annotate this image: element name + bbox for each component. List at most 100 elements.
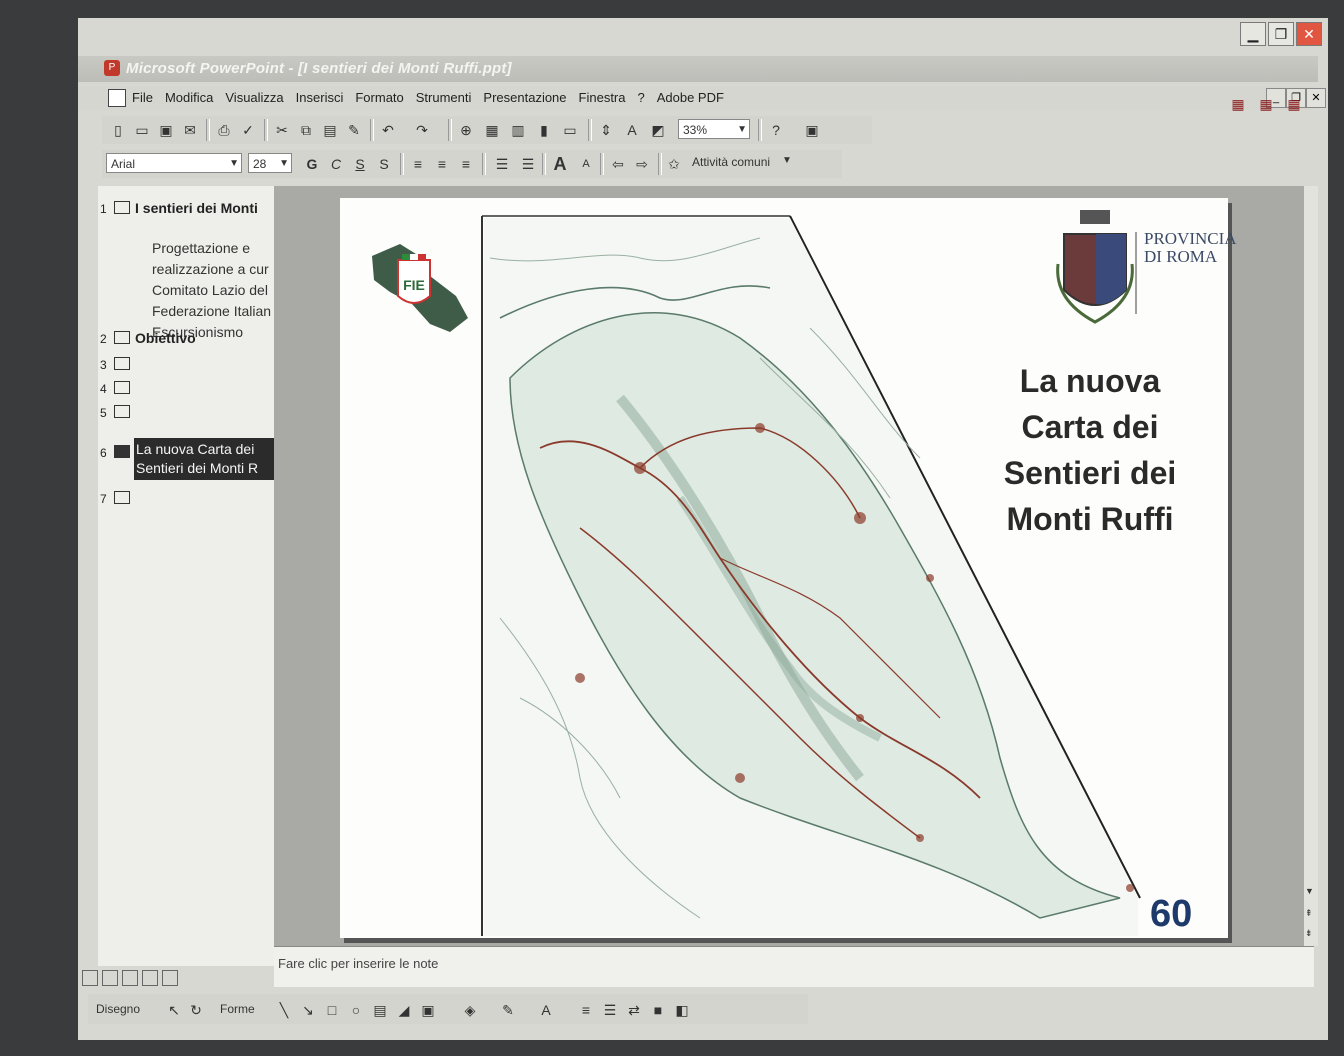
- menu-modifica[interactable]: Modifica: [165, 90, 213, 105]
- undo-icon[interactable]: ↶: [378, 120, 398, 140]
- next-slide-icon[interactable]: ⇟: [1305, 928, 1313, 939]
- outline-slide-7[interactable]: 7: [100, 490, 135, 506]
- increase-font-icon[interactable]: A: [550, 154, 570, 174]
- align-left-icon[interactable]: ≡: [408, 154, 428, 174]
- menu-inserisci[interactable]: Inserisci: [296, 90, 344, 105]
- font-color-icon[interactable]: A: [536, 1000, 556, 1020]
- common-tasks-button[interactable]: Attività comuni: [692, 155, 770, 169]
- underline-button[interactable]: S: [350, 154, 370, 174]
- wordart-icon[interactable]: ◢: [394, 1000, 414, 1020]
- menu-strumenti[interactable]: Strumenti: [416, 90, 472, 105]
- line-icon[interactable]: ╲: [274, 1000, 294, 1020]
- font-size-combo[interactable]: 28 ▼: [248, 153, 292, 173]
- outline-slide-4[interactable]: 4: [100, 380, 135, 396]
- menu-formato[interactable]: Formato: [355, 90, 403, 105]
- copy-icon[interactable]: ⧉: [296, 120, 316, 140]
- slide-canvas[interactable]: FIE PROVINCIA DI ROMA La nuova Carta dei…: [340, 198, 1237, 938]
- italic-button[interactable]: C: [326, 154, 346, 174]
- insert-chart-icon[interactable]: ▮: [534, 120, 554, 140]
- bold-button[interactable]: G: [302, 154, 322, 174]
- numbering-icon[interactable]: ☰: [492, 154, 512, 174]
- oval-icon[interactable]: ○: [346, 1000, 366, 1020]
- menu-adobe-pdf[interactable]: Adobe PDF: [657, 90, 724, 105]
- format-painter-icon[interactable]: ✎: [344, 120, 364, 140]
- 3d-icon[interactable]: ◧: [672, 1000, 692, 1020]
- slide-show-icon[interactable]: [162, 970, 178, 986]
- show-formatting-icon[interactable]: A: [622, 120, 642, 140]
- arrow-icon[interactable]: ↘: [298, 1000, 318, 1020]
- redo-icon[interactable]: ↷: [412, 120, 432, 140]
- expand-all-icon[interactable]: ⇕: [596, 120, 616, 140]
- draw-menu-button[interactable]: Disegno: [96, 1002, 140, 1016]
- outer-maximize-button[interactable]: ❐: [1268, 22, 1294, 46]
- save-icon[interactable]: ▣: [156, 120, 176, 140]
- line-color-icon[interactable]: ✎: [498, 1000, 518, 1020]
- menu-finestra[interactable]: Finestra: [579, 90, 626, 105]
- pdf-email-icon[interactable]: ▦: [1256, 96, 1276, 116]
- font-size-value: 28: [253, 157, 267, 171]
- outline-slide-6[interactable]: 6: [100, 444, 135, 460]
- normal-view-icon[interactable]: [82, 970, 98, 986]
- outline-slide-2[interactable]: 2 Obiettivo: [100, 330, 196, 346]
- menu-presentazione[interactable]: Presentazione: [483, 90, 566, 105]
- outline-slide-5[interactable]: 5: [100, 404, 135, 420]
- tables-icon[interactable]: ▦: [482, 120, 502, 140]
- clipart-icon[interactable]: ▣: [418, 1000, 438, 1020]
- selected-slide-title[interactable]: La nuova Carta dei Sentieri dei Monti R: [134, 438, 274, 480]
- pdf-convert-icon[interactable]: ▦: [1228, 96, 1248, 116]
- email-icon[interactable]: ✉: [180, 120, 200, 140]
- paste-icon[interactable]: ▤: [320, 120, 340, 140]
- menu-visualizza[interactable]: Visualizza: [225, 90, 283, 105]
- open-icon[interactable]: ▭: [132, 120, 152, 140]
- select-arrow-icon[interactable]: ↖: [164, 1000, 184, 1020]
- slide-title[interactable]: La nuova Carta dei Sentieri dei Monti Ru…: [960, 358, 1220, 542]
- fill-color-icon[interactable]: ◈: [460, 1000, 480, 1020]
- demote-icon[interactable]: ⇨: [632, 154, 652, 174]
- outer-minimize-button[interactable]: ▁: [1240, 22, 1266, 46]
- line-style-icon[interactable]: ≡: [576, 1000, 596, 1020]
- autoshapes-button[interactable]: Forme: [220, 1002, 255, 1016]
- insert-table-icon[interactable]: ▥: [508, 120, 528, 140]
- more-buttons-icon[interactable]: ▣: [802, 120, 822, 140]
- shadow-icon[interactable]: ■: [648, 1000, 668, 1020]
- help-icon[interactable]: ?: [766, 120, 786, 140]
- promote-icon[interactable]: ⇦: [608, 154, 628, 174]
- shadow-button[interactable]: S: [374, 154, 394, 174]
- zoom-combo[interactable]: 33% ▼: [678, 119, 750, 139]
- align-center-icon[interactable]: ≡: [432, 154, 452, 174]
- arrow-style-icon[interactable]: ⇄: [624, 1000, 644, 1020]
- outline-slide-3[interactable]: 3: [100, 356, 135, 372]
- chevron-down-icon[interactable]: ▼: [782, 155, 792, 166]
- chevron-down-icon: ▼: [279, 158, 289, 169]
- decrease-font-icon[interactable]: A: [576, 154, 596, 174]
- doc-close-button[interactable]: ✕: [1306, 88, 1326, 108]
- font-combo[interactable]: Arial ▼: [106, 153, 242, 173]
- menu-file[interactable]: File: [132, 90, 153, 105]
- vertical-scrollbar[interactable]: ▼ ⇞ ⇟: [1304, 186, 1318, 946]
- dash-style-icon[interactable]: ☰: [600, 1000, 620, 1020]
- slide-sorter-icon[interactable]: [142, 970, 158, 986]
- animation-icon[interactable]: ✩: [664, 154, 684, 174]
- textbox-icon[interactable]: ▤: [370, 1000, 390, 1020]
- previous-slide-icon[interactable]: ⇞: [1305, 908, 1313, 919]
- print-icon[interactable]: ⎙: [214, 120, 234, 140]
- menu-help[interactable]: ?: [638, 90, 645, 105]
- pdf-review-icon[interactable]: ▦: [1284, 96, 1304, 116]
- slide-1-body[interactable]: Progettazione e realizzazione a cur Comi…: [152, 238, 271, 343]
- spelling-icon[interactable]: ✓: [238, 120, 258, 140]
- outline-slide-1[interactable]: 1I sentieri dei Monti: [100, 200, 258, 216]
- bullets-icon[interactable]: ☰: [518, 154, 538, 174]
- grayscale-icon[interactable]: ◩: [648, 120, 668, 140]
- outer-close-button[interactable]: ✕: [1296, 22, 1322, 46]
- new-icon[interactable]: ▯: [108, 120, 128, 140]
- new-slide-icon[interactable]: ▭: [560, 120, 580, 140]
- scroll-down-icon[interactable]: ▼: [1305, 886, 1314, 896]
- rotate-icon[interactable]: ↻: [186, 1000, 206, 1020]
- cut-icon[interactable]: ✂: [272, 120, 292, 140]
- outline-view-icon[interactable]: [102, 970, 118, 986]
- hyperlink-icon[interactable]: ⊕: [456, 120, 476, 140]
- rectangle-icon[interactable]: □: [322, 1000, 342, 1020]
- align-right-icon[interactable]: ≡: [456, 154, 476, 174]
- notes-pane[interactable]: Fare clic per inserire le note: [274, 946, 1314, 987]
- slide-view-icon[interactable]: [122, 970, 138, 986]
